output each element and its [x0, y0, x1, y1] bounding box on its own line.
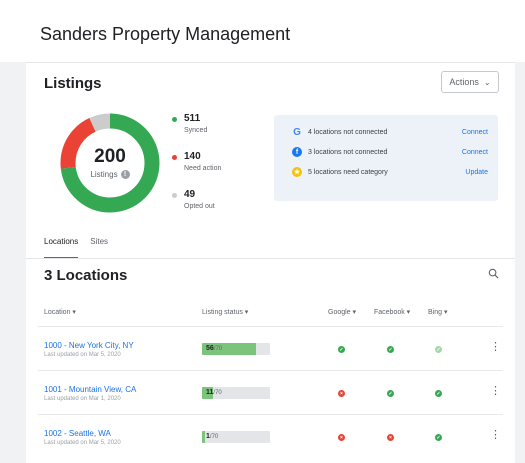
- listings-total-label: Listings !: [90, 170, 130, 179]
- listings-title: Listings: [44, 75, 102, 92]
- tab-sites[interactable]: Sites: [90, 235, 108, 259]
- more-options-icon[interactable]: ⋮: [490, 430, 501, 441]
- legend-dot-synced: [172, 117, 177, 122]
- actions-label: Actions: [449, 77, 479, 87]
- tab-locations[interactable]: Locations: [44, 235, 79, 259]
- listing-status-text: 56/70: [206, 345, 222, 352]
- listings-total-label-text: Listings: [90, 170, 118, 179]
- google-status-icon: ×: [338, 434, 345, 441]
- update-category-link[interactable]: Update: [465, 169, 488, 176]
- notice-category: ★ 5 locations need category Update: [292, 165, 488, 179]
- locations-card: 3 Locations Location ▾ Listing status ▾ …: [26, 258, 515, 463]
- listing-status-text: 11/70: [206, 389, 222, 396]
- facebook-status-icon: ×: [387, 434, 394, 441]
- legend-value: 511: [184, 113, 201, 124]
- location-updated: Last updated on Mar 5, 2020: [44, 440, 121, 446]
- legend-item-synced: 511 Synced: [172, 113, 221, 151]
- listings-legend: 511 Synced 140 Need action 49 Opted out: [172, 113, 221, 227]
- notice-text: 3 locations not connected: [308, 148, 388, 156]
- google-status-icon: ✓: [338, 346, 345, 353]
- notice-google: G 4 locations not connected Connect: [292, 125, 488, 139]
- listing-status-text: 1/70: [206, 433, 218, 440]
- tab-bar: Locations Sites: [44, 235, 108, 259]
- total-count: /70: [213, 346, 223, 352]
- synced-count: 56: [206, 345, 214, 352]
- facebook-status-icon: ✓: [387, 390, 394, 397]
- location-updated: Last updated on Mar 5, 2020: [44, 352, 121, 358]
- notice-text: 5 locations need category: [308, 168, 388, 176]
- column-header-bing[interactable]: Bing ▾: [428, 308, 447, 316]
- legend-dot-opted-out: [172, 193, 177, 198]
- location-link[interactable]: 1000 - New York City, NY: [44, 341, 134, 350]
- column-header-google[interactable]: Google ▾: [328, 308, 356, 316]
- table-row: 1001 - Mountain View, CA Last updated on…: [26, 371, 515, 415]
- listing-status-fill: [202, 431, 205, 443]
- connect-facebook-link[interactable]: Connect: [462, 149, 488, 156]
- listings-card: Listings Actions ⌄ 200 Listings ! 511 Sy…: [26, 62, 515, 259]
- google-status-icon: ×: [338, 390, 345, 397]
- locations-count-title: 3 Locations: [44, 267, 128, 284]
- legend-label: Synced: [184, 127, 208, 134]
- notices-panel: G 4 locations not connected Connect f 3 …: [274, 115, 498, 201]
- search-icon[interactable]: [488, 268, 499, 279]
- listing-status-bar: 11/70: [202, 387, 270, 399]
- listings-total: 200: [94, 146, 126, 167]
- page-header: Sanders Property Management: [0, 0, 525, 62]
- listing-status-bar: 56/70: [202, 343, 270, 355]
- legend-value: 49: [184, 189, 196, 200]
- legend-label: Need action: [184, 165, 222, 172]
- notice-facebook: f 3 locations not connected Connect: [292, 145, 488, 159]
- column-header-facebook[interactable]: Facebook ▾: [374, 308, 410, 316]
- facebook-icon: f: [292, 147, 302, 157]
- more-options-icon[interactable]: ⋮: [490, 386, 501, 397]
- legend-value: 140: [184, 151, 201, 162]
- notice-text: 4 locations not connected: [308, 128, 388, 136]
- info-icon[interactable]: !: [120, 170, 130, 179]
- chevron-down-icon: ⌄: [483, 77, 491, 87]
- bing-status-icon: ✓: [435, 390, 442, 397]
- actions-button[interactable]: Actions ⌄: [441, 71, 499, 93]
- connect-google-link[interactable]: Connect: [462, 129, 488, 136]
- legend-dot-need-action: [172, 155, 177, 160]
- table-row: 1000 - New York City, NY Last updated on…: [26, 327, 515, 371]
- column-header-status[interactable]: Listing status ▾: [202, 308, 248, 316]
- legend-label: Opted out: [184, 203, 215, 210]
- location-updated: Last updated on Mar 1, 2020: [44, 396, 121, 402]
- bing-status-icon: ✓: [435, 346, 442, 353]
- column-header-location[interactable]: Location ▾: [44, 308, 76, 316]
- location-link[interactable]: 1002 - Seattle, WA: [44, 429, 111, 438]
- bing-status-icon: ✓: [435, 434, 442, 441]
- more-options-icon[interactable]: ⋮: [490, 342, 501, 353]
- legend-item-need-action: 140 Need action: [172, 151, 221, 189]
- listing-status-bar: 1/70: [202, 431, 270, 443]
- google-icon: G: [293, 126, 301, 138]
- donut-center: 200 Listings !: [58, 111, 162, 215]
- total-count: /70: [209, 434, 219, 440]
- legend-item-opted-out: 49 Opted out: [172, 189, 221, 227]
- category-icon: ★: [292, 167, 302, 177]
- page-title: Sanders Property Management: [40, 24, 291, 44]
- table-row: 1002 - Seattle, WA Last updated on Mar 5…: [26, 415, 515, 459]
- location-link[interactable]: 1001 - Mountain View, CA: [44, 385, 136, 394]
- total-count: /70: [213, 390, 222, 396]
- facebook-status-icon: ✓: [387, 346, 394, 353]
